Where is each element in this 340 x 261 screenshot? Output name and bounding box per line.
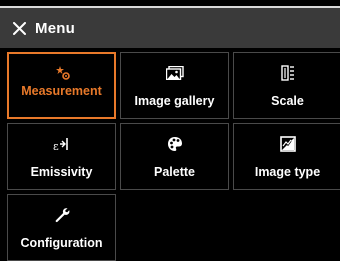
emissivity-icon: ε: [53, 136, 71, 152]
menu-item-image-type[interactable]: Image type: [233, 123, 340, 190]
menu-item-label: Palette: [154, 165, 195, 179]
menu-item-label: Scale: [271, 94, 304, 108]
menu-title: Menu: [35, 19, 75, 37]
menu-item-label: Image type: [254, 165, 321, 179]
menu-item-palette[interactable]: Palette: [120, 123, 229, 190]
svg-text:ε: ε: [53, 140, 59, 152]
menu-item-label: Emissivity: [30, 165, 93, 179]
configuration-icon: [54, 207, 70, 223]
close-icon: [12, 21, 26, 35]
menu-item-image-gallery[interactable]: Image gallery: [120, 52, 229, 119]
image-type-icon: [279, 136, 296, 152]
menu-item-measurement[interactable]: Measurement: [7, 52, 116, 119]
menu-item-scale[interactable]: Scale: [233, 52, 340, 119]
menu-item-emissivity[interactable]: ε Emissivity: [7, 123, 116, 190]
close-button[interactable]: [9, 18, 29, 38]
menu-item-label: Image gallery: [134, 94, 215, 108]
measurement-icon: [53, 65, 71, 81]
menu-item-configuration[interactable]: Configuration: [7, 194, 116, 261]
top-bar: [0, 0, 340, 8]
menu-header: Menu: [0, 8, 340, 48]
menu-item-label: Measurement: [21, 84, 102, 98]
image-gallery-icon: [165, 65, 184, 81]
palette-icon: [167, 136, 183, 152]
menu-item-label: Configuration: [20, 236, 103, 250]
scale-icon: [280, 65, 295, 81]
